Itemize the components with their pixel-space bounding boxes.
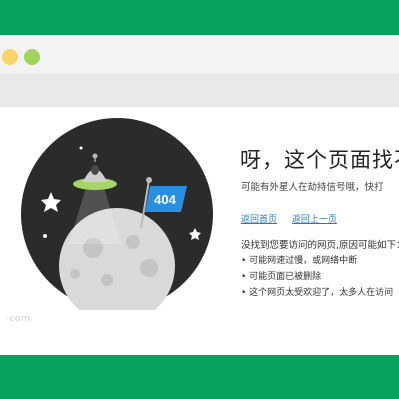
page-subtitle: 可能有外星人在劫持信号哦，快打 — [241, 182, 384, 193]
ufo-moon-illustration: 404 — [21, 118, 213, 310]
address-strip — [0, 73, 399, 107]
reasons-list: 可能网速过慢，或网络中断 可能页面已被删除 这个网页太受欢迎了，太多人在访问 — [241, 253, 393, 301]
watermark-text: ·com — [6, 314, 31, 324]
window-titlebar — [0, 35, 399, 73]
bottom-green-bar — [0, 355, 399, 399]
home-link[interactable]: 返回首页 — [241, 215, 277, 225]
star-icon — [43, 234, 47, 238]
back-link[interactable]: 返回上一页 — [292, 215, 337, 225]
list-item: 这个网页太受欢迎了，太多人在访问 — [241, 285, 393, 301]
reasons-heading: 没找到您要访问的网页,原因可能如下： — [241, 240, 399, 251]
flag-label: 404 — [154, 192, 176, 207]
page-title: 呀，这个页面找不 — [240, 148, 399, 172]
top-green-bar — [0, 0, 399, 35]
list-item: 可能网速过慢，或网络中断 — [241, 253, 393, 269]
maximize-dot[interactable] — [24, 49, 40, 65]
minimize-dot[interactable] — [2, 49, 18, 65]
star-icon — [79, 146, 83, 150]
nav-links: 返回首页 返回上一页 — [241, 212, 349, 225]
list-item: 可能页面已被删除 — [241, 269, 393, 285]
error-page: 404 呀，这个页面找不 可能有外星人在劫持信号哦，快打 返回首页 返回上一页 … — [0, 107, 399, 355]
